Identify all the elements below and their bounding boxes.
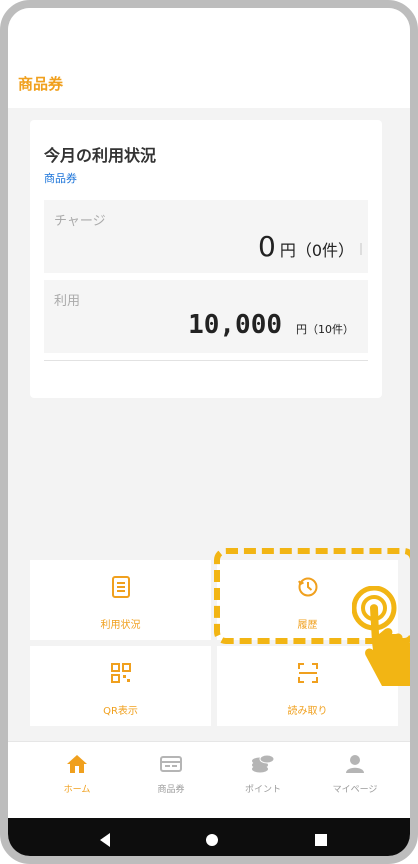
voucher-card-icon <box>126 750 216 778</box>
usage-card-title: 今月の利用状況 <box>44 146 157 165</box>
system-nav-bar <box>8 818 410 856</box>
nav-home[interactable]: ホーム <box>32 750 122 795</box>
phone-frame: 商品券 今月の利用状況 商品券 チャージ 0 円（0件） 利用 10,000 円（1… <box>0 0 418 864</box>
tile-label: QR表示 <box>103 706 138 717</box>
home-circle-icon[interactable] <box>204 832 220 848</box>
recents-icon[interactable] <box>314 832 328 848</box>
nav-label: ポイント <box>244 785 281 795</box>
qr-code-icon <box>110 662 132 688</box>
user-icon <box>310 750 400 778</box>
monthly-usage-card: 今月の利用状況 商品券 チャージ 0 円（0件） 利用 10,000 円（10件） <box>30 120 382 398</box>
charge-summary: チャージ 0 円（0件） <box>44 200 368 273</box>
bottom-navigation: ホーム 商品券 ポイント マイページ <box>8 741 410 819</box>
charge-value: 0 円（0件） <box>258 230 354 263</box>
app-header: 商品券 <box>8 38 410 108</box>
coins-icon <box>218 750 308 778</box>
home-icon <box>32 750 122 778</box>
charge-unit: 円（0件） <box>279 241 354 260</box>
nav-label: ホーム <box>63 785 91 795</box>
tap-hand-icon <box>352 586 410 686</box>
tile-qr-display[interactable]: QR表示 <box>30 646 211 726</box>
card-divider <box>44 360 368 361</box>
back-icon[interactable] <box>98 832 112 848</box>
nav-points[interactable]: ポイント <box>218 750 308 795</box>
charge-label: チャージ <box>54 214 106 229</box>
use-summary: 利用 10,000 円（10件） <box>44 280 368 353</box>
use-value: 10,000 円（10件） <box>188 310 354 340</box>
tile-label: 利用状況 <box>100 620 141 631</box>
nav-label: マイページ <box>332 785 378 795</box>
status-bar <box>8 8 410 38</box>
nav-voucher[interactable]: 商品券 <box>126 750 216 795</box>
charge-edge-mark <box>360 243 362 255</box>
use-label: 利用 <box>54 294 81 309</box>
nav-label: 商品券 <box>157 785 185 795</box>
nav-mypage[interactable]: マイページ <box>310 750 400 795</box>
list-icon <box>111 576 131 602</box>
page-title: 商品券 <box>18 75 64 93</box>
tile-usage-status[interactable]: 利用状況 <box>30 560 211 640</box>
use-unit: 円（10件） <box>296 323 354 336</box>
charge-amount: 0 <box>257 230 276 263</box>
usage-card-subtitle: 商品券 <box>44 172 77 185</box>
use-amount: 10,000 <box>188 310 282 340</box>
scan-frame-icon <box>297 662 319 688</box>
tile-label: 読み取り <box>287 706 328 717</box>
